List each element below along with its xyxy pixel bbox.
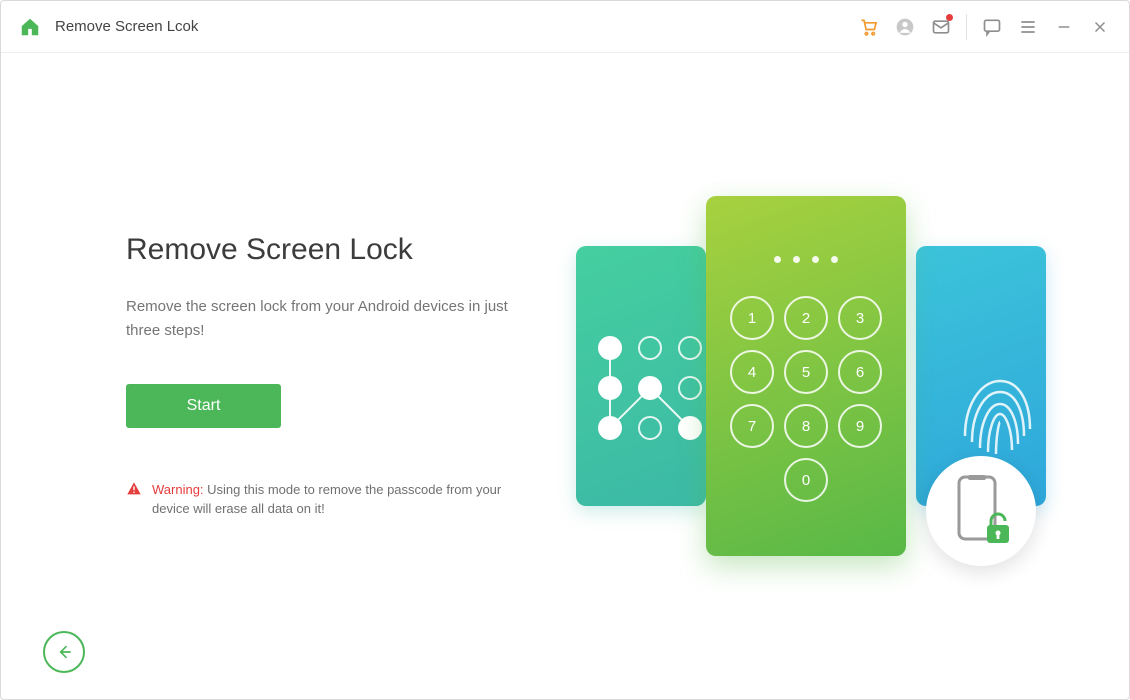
key-5: 5 (784, 350, 828, 394)
page-heading: Remove Screen Lock (126, 233, 516, 267)
warning-label: Warning: (152, 482, 204, 497)
unlocked-phone-token (926, 456, 1036, 566)
feedback-icon[interactable] (981, 16, 1003, 38)
key-2: 2 (784, 296, 828, 340)
warning-row: Warning: Using this mode to remove the p… (126, 480, 516, 519)
key-7: 7 (730, 404, 774, 448)
window-title: Remove Screen Lcok (55, 18, 198, 35)
key-3: 3 (838, 296, 882, 340)
phone-unlock-icon (949, 473, 1013, 549)
mail-notification-dot (946, 14, 953, 21)
warning-icon (126, 481, 142, 503)
keypad-card: 1 2 3 4 5 6 7 8 9 0 (706, 196, 906, 556)
content-area: Remove Screen Lock Remove the screen loc… (1, 53, 1129, 699)
title-bar-controls (858, 14, 1111, 40)
account-icon[interactable] (894, 16, 916, 38)
menu-icon[interactable] (1017, 16, 1039, 38)
key-8: 8 (784, 404, 828, 448)
back-button[interactable] (43, 631, 85, 673)
key-1: 1 (730, 296, 774, 340)
mail-icon[interactable] (930, 16, 952, 38)
illustration: 1 2 3 4 5 6 7 8 9 0 (576, 196, 1046, 556)
minimize-button[interactable] (1053, 16, 1075, 38)
separator (966, 14, 967, 40)
keypad-grid: 1 2 3 4 5 6 7 8 9 0 (706, 296, 906, 502)
cart-icon[interactable] (858, 16, 880, 38)
home-icon[interactable] (19, 16, 41, 38)
left-column: Remove Screen Lock Remove the screen loc… (126, 233, 516, 519)
key-6: 6 (838, 350, 882, 394)
fingerprint-icon (950, 356, 1040, 466)
key-4: 4 (730, 350, 774, 394)
warning-body: Using this mode to remove the passcode f… (152, 482, 501, 517)
close-button[interactable] (1089, 16, 1111, 38)
passcode-dots-icon (706, 256, 906, 263)
pattern-card (576, 246, 706, 506)
warning-text: Warning: Using this mode to remove the p… (152, 480, 516, 519)
title-bar: Remove Screen Lcok (1, 1, 1129, 53)
key-9: 9 (838, 404, 882, 448)
start-button[interactable]: Start (126, 384, 281, 428)
page-description: Remove the screen lock from your Android… (126, 295, 516, 342)
arrow-left-icon (54, 642, 74, 662)
key-0: 0 (784, 458, 828, 502)
